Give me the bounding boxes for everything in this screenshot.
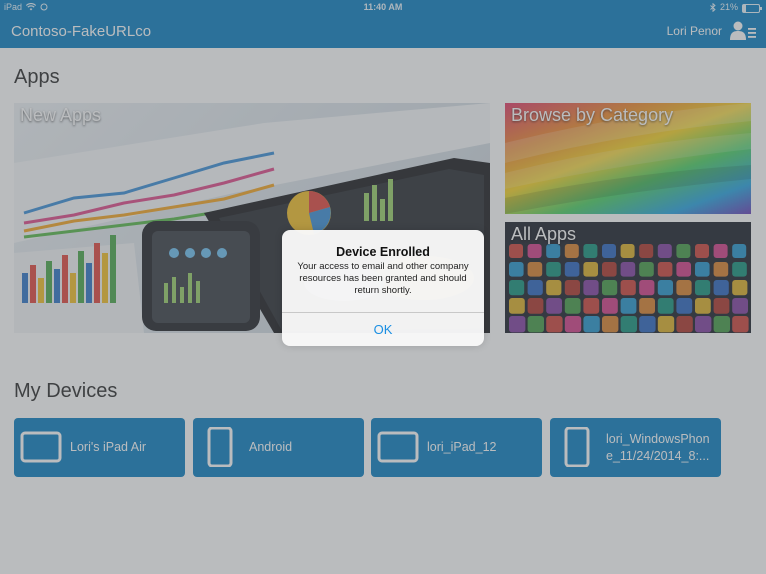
alert-ok-button[interactable]: OK (282, 313, 484, 346)
alert-title: Device Enrolled (336, 245, 430, 259)
alert-message: Your access to email and other company r… (297, 261, 469, 296)
screen: iPad 11:40 AM 21% Contoso-FakeURLco Lori (0, 0, 766, 574)
device-enrolled-alert: Device Enrolled Your access to email and… (282, 230, 484, 346)
